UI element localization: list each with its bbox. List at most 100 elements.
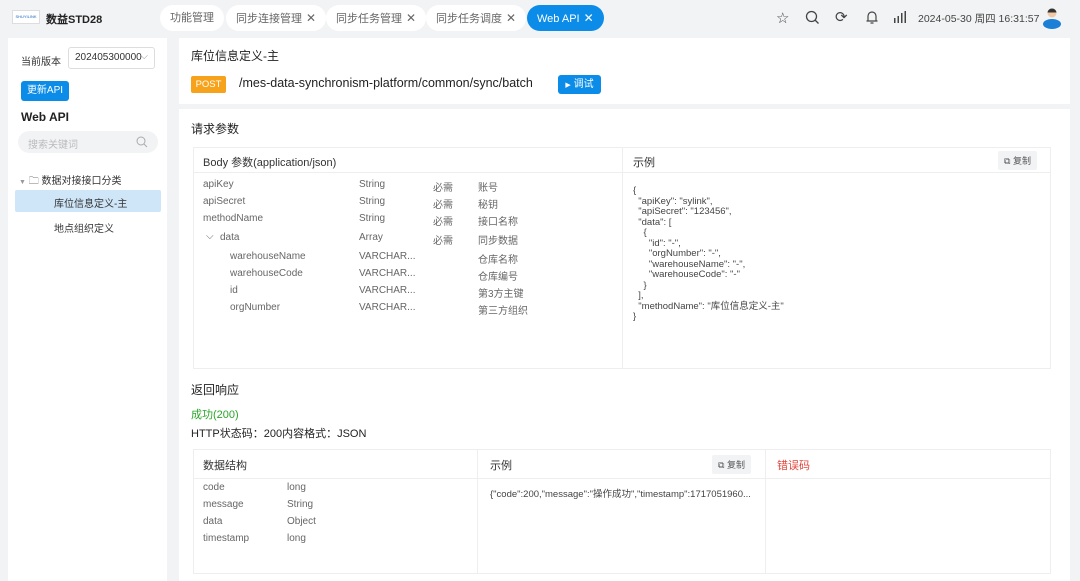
bell-icon[interactable] (865, 10, 879, 25)
param-name: apiSecret (203, 196, 246, 207)
tab-function-management[interactable]: 功能管理 (160, 5, 224, 31)
play-icon: ▶ (565, 82, 571, 89)
divider (179, 104, 1070, 109)
param-name: methodName (203, 213, 264, 224)
category-label: 数据对接接口分类 (41, 176, 122, 187)
copy-label: 复制 (1012, 156, 1031, 166)
signal-icon (894, 11, 906, 23)
error-code-title: 错误码 (777, 460, 810, 472)
param-required: 必需 (433, 200, 453, 211)
param-name: orgNumber (230, 302, 281, 313)
param-required: 必需 (433, 236, 453, 247)
param-type: VARCHAR... (359, 268, 416, 279)
param-name: apiKey (203, 179, 234, 190)
divider (193, 172, 1051, 173)
field-type: long (287, 533, 306, 544)
response-example-json: {"code":200,"message":"操作成功","timestamp"… (490, 489, 751, 500)
copy-button[interactable]: ⧉ 复制 (712, 455, 751, 474)
field-type: Object (287, 516, 316, 527)
caret-down-icon: ▼ (19, 179, 26, 186)
tab-web-api[interactable]: Web API ✕ (527, 5, 604, 31)
user-avatar[interactable] (1042, 7, 1062, 29)
param-desc: 秘钥 (478, 200, 498, 211)
param-desc: 第三方组织 (478, 306, 528, 317)
method-badge: POST (191, 76, 226, 93)
tab-sync-task[interactable]: 同步任务管理 ✕ (326, 5, 427, 31)
copy-icon: ⧉ (718, 460, 725, 470)
field-name: timestamp (203, 533, 250, 544)
copy-button[interactable]: ⧉ 复制 (998, 151, 1037, 170)
param-desc: 同步数据 (478, 236, 518, 247)
api-path: /mes-data-synchronism-platform/common/sy… (239, 76, 533, 90)
param-type: String (359, 179, 386, 190)
close-icon[interactable]: ✕ (584, 11, 594, 25)
close-icon[interactable]: ✕ (306, 11, 316, 25)
sidebar-item-warehouse-location[interactable]: 库位信息定义-主 (54, 195, 127, 210)
param-type: VARCHAR... (359, 285, 416, 296)
search-placeholder: 搜索关键词 (28, 140, 78, 151)
refresh-icon[interactable]: ⟳ (835, 8, 848, 26)
param-type: Array (359, 232, 383, 243)
field-name: data (203, 516, 223, 527)
param-type: VARCHAR... (359, 302, 416, 313)
update-api-button[interactable]: 更新API (21, 81, 69, 101)
copy-icon: ⧉ (1004, 156, 1011, 166)
response-format: HTTP状态码：200内容格式：JSON (191, 428, 367, 440)
chevron-down-icon: ⌵ (140, 51, 148, 62)
field-name: code (203, 482, 225, 493)
category-tree-node[interactable]: ▼ 🗀 数据对接接口分类 (19, 172, 122, 191)
tab-label: Web API (537, 13, 580, 25)
datetime: 2024-05-30 周四 16:31:57 (918, 13, 1040, 25)
param-type: VARCHAR... (359, 251, 416, 262)
param-type: String (359, 196, 386, 207)
chevron-down-icon[interactable]: ⌵ (206, 231, 214, 242)
section-title: Web API (21, 110, 70, 124)
param-name: data (220, 232, 240, 243)
request-example-json: { "apiKey": "sylink", "apiSecret": "1234… (633, 185, 784, 322)
param-desc: 仓库名称 (478, 255, 518, 266)
param-desc: 第3方主键 (478, 289, 524, 300)
close-icon[interactable]: ✕ (406, 11, 416, 25)
response-section-title: 返回响应 (191, 383, 240, 397)
tab-label: 同步任务管理 (336, 13, 402, 25)
param-desc: 接口名称 (478, 217, 518, 228)
close-icon[interactable]: ✕ (506, 11, 516, 25)
param-name: warehouseName (230, 251, 306, 262)
field-type: long (287, 482, 306, 493)
copy-label: 复制 (726, 460, 745, 470)
param-required: 必需 (433, 183, 453, 194)
field-type: String (287, 499, 314, 510)
divider (193, 478, 1051, 479)
sidebar-item-site-org[interactable]: 地点组织定义 (54, 220, 114, 235)
page-title: 库位信息定义-主 (191, 49, 279, 63)
param-required: 必需 (433, 217, 453, 228)
folder-icon: 🗀 (28, 176, 39, 187)
version-value: 202405300000 (75, 52, 142, 63)
search-icon[interactable] (805, 10, 820, 25)
param-desc: 账号 (478, 183, 498, 194)
example-title: 示例 (633, 157, 655, 169)
app-name: 数益STD28 (46, 14, 103, 26)
body-params-title: Body 参数(application/json) (203, 157, 337, 169)
response-status: 成功(200) (191, 409, 239, 421)
param-name: warehouseCode (230, 268, 303, 279)
tab-label: 同步连接管理 (236, 13, 302, 25)
response-example-title: 示例 (490, 460, 512, 472)
app-logo: SHUYILINK (12, 10, 40, 24)
star-icon[interactable]: ☆ (776, 9, 789, 27)
debug-label: 调试 (573, 79, 594, 90)
param-desc: 仓库编号 (478, 272, 518, 283)
search-input[interactable]: 搜索关键词 (18, 131, 158, 153)
version-label: 当前版本 (21, 57, 61, 68)
debug-button[interactable]: ▶ 调试 (558, 75, 601, 94)
tab-sync-schedule[interactable]: 同步任务调度 ✕ (426, 5, 527, 31)
param-type: String (359, 213, 386, 224)
tab-label: 功能管理 (170, 12, 214, 24)
data-structure-title: 数据结构 (203, 460, 247, 472)
param-name: id (230, 285, 238, 296)
version-select[interactable]: 202405300000 ⌵ (68, 47, 155, 69)
tab-sync-connection[interactable]: 同步连接管理 ✕ (226, 5, 327, 31)
field-name: message (203, 499, 244, 510)
search-icon (136, 136, 148, 148)
tab-label: 同步任务调度 (436, 13, 502, 25)
